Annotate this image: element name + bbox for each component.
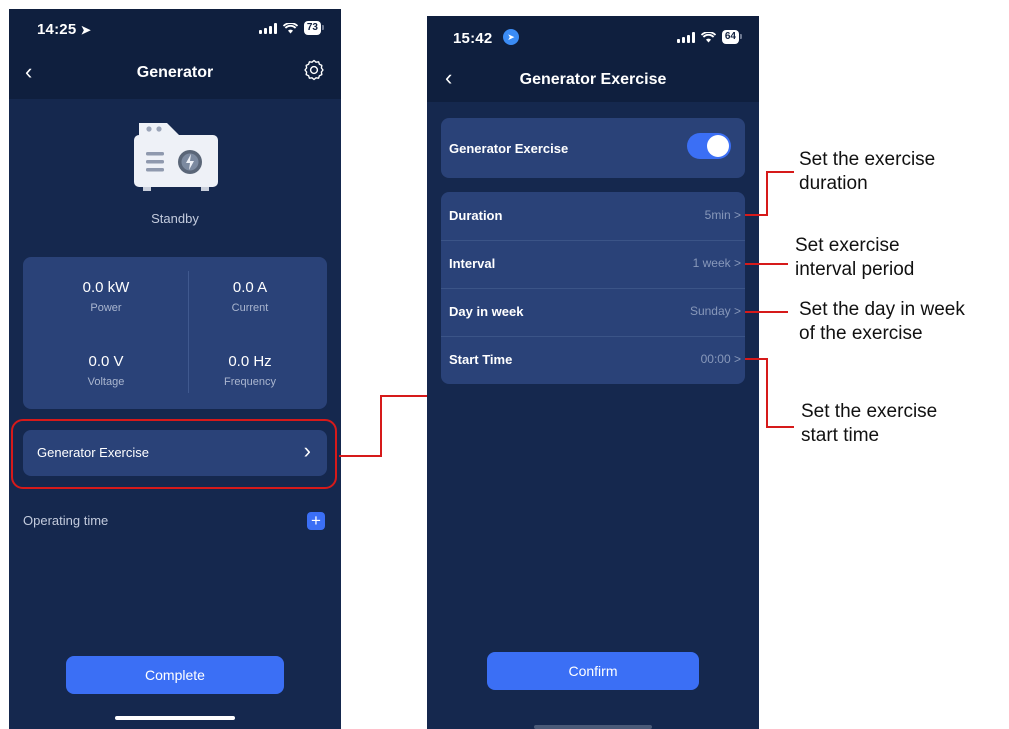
duration-value: 5min > [704,208,741,222]
exercise-toggle-switch[interactable] [687,133,731,159]
exercise-toggle-label: Generator Exercise [449,141,569,156]
start-time-callout: Set the exercise start time [801,401,938,446]
day-in-week-value: Sunday > [689,304,741,318]
duration-callout-line [745,214,768,216]
interval-callout-line [745,263,788,265]
current-label: Current [231,302,269,314]
status-icons: 73 [258,21,325,35]
power-stat: 0.0 kW Power [31,279,181,314]
current-value: 0.0 A [232,279,268,296]
location-arrow-icon: ➤ [80,23,92,37]
current-stat: 0.0 A Current [175,279,325,314]
power-label: Power [90,302,122,314]
voltage-label: Voltage [87,376,125,388]
generator-status: Standby [151,211,199,226]
voltage-stat: 0.0 V Voltage [31,353,181,388]
location-badge-icon: ➤ [503,29,519,45]
frequency-value: 0.0 Hz [228,353,272,370]
day-callout-line [745,311,788,313]
start-time-callout-line [745,358,768,360]
start-time-label: Start Time [449,352,513,367]
power-value: 0.0 kW [82,279,130,296]
page-title: Generator [136,64,214,81]
interval-label: Interval [449,256,496,271]
status-icons: 64 [676,30,743,44]
duration-label: Duration [449,208,503,223]
toggle-knob [707,135,729,157]
interval-value: 1 week > [692,256,741,270]
duration-callout-line [766,171,768,216]
duration-callout-line [766,171,794,173]
start-time-callout-line [766,426,794,428]
add-operating-time-button[interactable]: + [307,512,325,530]
battery-icon: 64 [721,30,743,44]
connector-line [380,395,382,457]
frequency-label: Frequency [224,376,276,388]
home-indicator [115,716,235,720]
start-time-callout-line [766,358,768,428]
operating-time-label: Operating time [23,513,109,528]
complete-button[interactable]: Complete [66,656,284,694]
generator-icon [134,123,218,191]
stats-panel: 0.0 kW Power 0.0 A Current 0.0 V Voltage… [23,257,327,409]
voltage-value: 0.0 V [88,353,124,370]
frequency-stat: 0.0 Hz Frequency [175,353,325,388]
page-title: Generator Exercise [519,71,667,88]
battery-icon: 73 [303,21,325,35]
plus-icon: + [311,511,321,530]
gear-icon[interactable] [303,59,325,81]
duration-callout: Set the exercise duration [799,149,936,194]
generator-exercise-screen: 15:42 ➤ 64 ‹ Generator Exercise Generato… [427,16,759,729]
stats-divider [188,271,189,393]
interval-callout: Set exercise interval period [795,235,915,280]
day-in-week-label: Day in week [449,304,524,319]
connector-line [339,455,382,457]
status-bar: 14:25 ➤ 73 [9,9,341,49]
confirm-button[interactable]: Confirm [487,652,699,690]
wifi-icon [282,22,298,33]
duration-row[interactable]: Duration 5min > [441,192,745,241]
signal-icon [676,31,695,43]
interval-row[interactable]: Interval 1 week > [441,240,745,289]
home-indicator [534,725,652,729]
start-time-row[interactable]: Start Time 00:00 > [441,336,745,384]
day-callout: Set the day in week of the exercise [799,299,965,344]
exercise-settings-card: Duration 5min > Interval 1 week > Day in… [441,192,745,384]
status-time: 15:42 [453,30,493,47]
nav-bar: ‹ Generator [9,49,341,99]
start-time-value: 00:00 > [700,352,741,366]
nav-bar: ‹ Generator Exercise [427,56,759,102]
status-bar: 15:42 ➤ 64 [427,16,759,56]
signal-icon [258,22,277,34]
connector-line [380,395,427,397]
exercise-toggle-card: Generator Exercise [441,118,745,178]
highlight-frame [11,419,337,489]
status-time: 14:25 ➤ [37,21,92,38]
generator-screen: 14:25 ➤ 73 ‹ Generator Standby 0.0 kW Po… [9,9,341,729]
wifi-icon [700,31,716,42]
day-in-week-row[interactable]: Day in week Sunday > [441,288,745,337]
